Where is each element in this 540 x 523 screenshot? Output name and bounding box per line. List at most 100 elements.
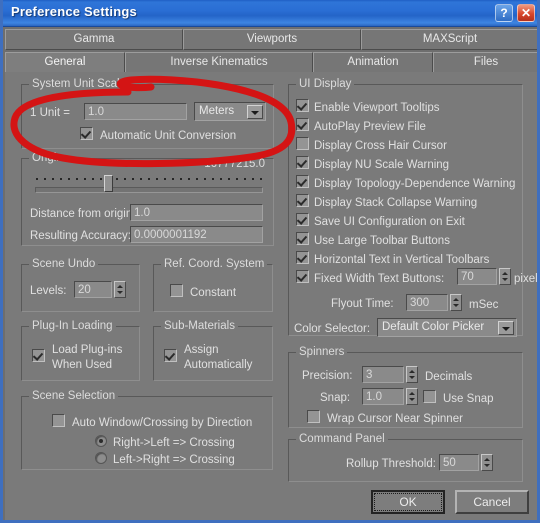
- lbl-enable-viewport-tooltips: Enable Viewport Tooltips: [314, 102, 440, 114]
- unit-type-value: Meters: [199, 105, 235, 117]
- precision-units: Decimals: [425, 371, 473, 383]
- load-plugins-label-line2: When Used: [52, 359, 113, 371]
- cb-display-topology-dependence-warning[interactable]: [296, 175, 309, 188]
- auto-unit-conversion-checkbox[interactable]: [80, 127, 93, 140]
- cb-display-nu-scale-warning[interactable]: [296, 156, 309, 169]
- tab-inverse-kinematics[interactable]: Inverse Kinematics: [125, 52, 313, 73]
- unit-type-dropdown[interactable]: Meters: [194, 102, 266, 121]
- auto-window-crossing-checkbox[interactable]: [52, 414, 65, 427]
- lbl-horizontal-text-vertical-toolbars: Horizontal Text in Vertical Toolbars: [314, 254, 490, 266]
- group-plugin-loading: Plug-In Loading Load Plug-ins When Used: [21, 320, 140, 381]
- cb-save-ui-configuration-on-exit[interactable]: [296, 213, 309, 226]
- auto-window-crossing-label: Auto Window/Crossing by Direction: [72, 417, 253, 429]
- flyout-time-input[interactable]: 300: [406, 294, 448, 311]
- tab-animation[interactable]: Animation: [313, 52, 433, 73]
- undo-levels-spinner[interactable]: [114, 281, 126, 298]
- distance-from-origin-input[interactable]: 1.0: [130, 204, 263, 221]
- group-origin: Origin 16777215.0 Distance from origin: …: [21, 152, 274, 246]
- cb-autoplay-preview-file[interactable]: [296, 118, 309, 131]
- load-plugins-label-line1: Load Plug-ins: [52, 344, 123, 356]
- tab-gamma[interactable]: Gamma: [5, 29, 183, 50]
- help-icon[interactable]: ?: [495, 4, 513, 22]
- radio-left-to-right[interactable]: [95, 452, 107, 464]
- cb-horizontal-text-vertical-toolbars[interactable]: [296, 251, 309, 264]
- flyout-time-spinner[interactable]: [450, 294, 462, 311]
- lbl-display-cross-hair-cursor: Display Cross Hair Cursor: [314, 140, 447, 152]
- group-ref-coord-system: Ref. Coord. System Constant: [153, 258, 273, 312]
- group-scene-undo: Scene Undo Levels: 20: [21, 258, 140, 312]
- wrap-cursor-checkbox[interactable]: [307, 410, 320, 423]
- preference-settings-window: Preference Settings ? ✕ Gamma Viewports …: [0, 0, 540, 523]
- tab-files[interactable]: Files: [433, 52, 537, 73]
- wrap-cursor-label: Wrap Cursor Near Spinner: [327, 413, 463, 425]
- rollup-threshold-spinner[interactable]: [481, 454, 493, 471]
- radio-left-to-right-label: Left->Right => Crossing: [113, 454, 235, 466]
- snap-input[interactable]: 1.0: [362, 388, 404, 405]
- snap-spinner[interactable]: [406, 388, 418, 405]
- group-command-panel: Command Panel Rollup Threshold: 50: [288, 433, 523, 482]
- color-selector-label: Color Selector:: [294, 323, 371, 335]
- precision-label: Precision:: [302, 370, 353, 382]
- tab-row-bottom: General Inverse Kinematics Animation Fil…: [5, 52, 537, 74]
- cb-enable-viewport-tooltips[interactable]: [296, 99, 309, 112]
- lbl-display-topology-dependence-warning: Display Topology-Dependence Warning: [314, 178, 516, 190]
- assign-label-line1: Assign: [184, 344, 219, 356]
- undo-levels-input[interactable]: 20: [74, 281, 112, 298]
- constant-checkbox[interactable]: [170, 284, 183, 297]
- window-title: Preference Settings: [11, 4, 137, 19]
- undo-levels-label: Levels:: [30, 285, 67, 297]
- chevron-down-icon[interactable]: [498, 321, 514, 335]
- tab-viewports[interactable]: Viewports: [183, 29, 361, 50]
- lbl-autoplay-preview-file: AutoPlay Preview File: [314, 121, 426, 133]
- auto-unit-conversion-label: Automatic Unit Conversion: [100, 130, 237, 142]
- use-snap-checkbox[interactable]: [423, 390, 436, 403]
- snap-label: Snap:: [320, 392, 351, 404]
- use-snap-label: Use Snap: [443, 393, 494, 405]
- lbl-save-ui-configuration-on-exit: Save UI Configuration on Exit: [314, 216, 465, 228]
- close-icon[interactable]: ✕: [517, 4, 535, 22]
- group-title-ui-display: UI Display: [296, 78, 355, 90]
- radio-right-to-left[interactable]: [95, 435, 107, 447]
- fixed-width-units: pixels: [514, 273, 538, 285]
- cb-fixed-width-text-buttons[interactable]: [296, 270, 309, 283]
- group-ui-display: UI Display Enable Viewport Tooltips Auto…: [288, 78, 537, 337]
- fixed-width-input[interactable]: 70: [457, 268, 497, 285]
- dialog-content: System Unit Scale 1 Unit = 1.0 Meters Au…: [5, 72, 537, 520]
- color-selector-dropdown[interactable]: Default Color Picker: [377, 318, 517, 337]
- cb-display-cross-hair-cursor[interactable]: [296, 137, 309, 150]
- origin-max-value: 16777215.0: [204, 158, 265, 170]
- rollup-threshold-input[interactable]: 50: [439, 454, 479, 471]
- group-spinners: Spinners Precision: 3 Decimals Snap: 1.0…: [288, 346, 523, 428]
- distance-from-origin-label: Distance from origin:: [30, 208, 136, 220]
- resulting-accuracy-input: 0.0000001192: [130, 226, 263, 243]
- ok-button[interactable]: OK: [371, 490, 445, 514]
- cb-use-large-toolbar-buttons[interactable]: [296, 232, 309, 245]
- lbl-use-large-toolbar-buttons: Use Large Toolbar Buttons: [314, 235, 450, 247]
- group-title-scene-undo: Scene Undo: [29, 258, 99, 270]
- origin-slider-ticks: [36, 178, 262, 182]
- group-title-sub-materials: Sub-Materials: [161, 320, 238, 332]
- precision-input[interactable]: 3: [362, 366, 404, 383]
- origin-slider-track[interactable]: [35, 187, 263, 193]
- tab-maxscript[interactable]: MAXScript: [361, 29, 537, 50]
- group-system-unit-scale: System Unit Scale 1 Unit = 1.0 Meters Au…: [21, 78, 274, 149]
- load-plugins-checkbox[interactable]: [32, 349, 45, 362]
- title-bar[interactable]: Preference Settings ? ✕: [3, 0, 537, 27]
- assign-label-line2: Automatically: [184, 359, 253, 371]
- group-title-plugin-loading: Plug-In Loading: [29, 320, 116, 332]
- chevron-down-icon[interactable]: [247, 105, 263, 119]
- cb-display-stack-collapse-warning[interactable]: [296, 194, 309, 207]
- lbl-fixed-width-text-buttons: Fixed Width Text Buttons:: [314, 273, 445, 285]
- color-selector-value: Default Color Picker: [382, 321, 485, 333]
- precision-spinner[interactable]: [406, 366, 418, 383]
- cancel-button[interactable]: Cancel: [455, 490, 529, 514]
- tab-general[interactable]: General: [5, 52, 125, 73]
- group-title-origin: Origin: [29, 152, 66, 164]
- origin-slider-thumb[interactable]: [104, 175, 113, 192]
- flyout-time-units: mSec: [469, 299, 499, 311]
- fixed-width-spinner[interactable]: [499, 268, 511, 285]
- lbl-display-nu-scale-warning: Display NU Scale Warning: [314, 159, 450, 171]
- unit-value-input[interactable]: 1.0: [84, 103, 187, 120]
- assign-automatically-checkbox[interactable]: [164, 349, 177, 362]
- group-title-ref-coord-system: Ref. Coord. System: [161, 258, 268, 270]
